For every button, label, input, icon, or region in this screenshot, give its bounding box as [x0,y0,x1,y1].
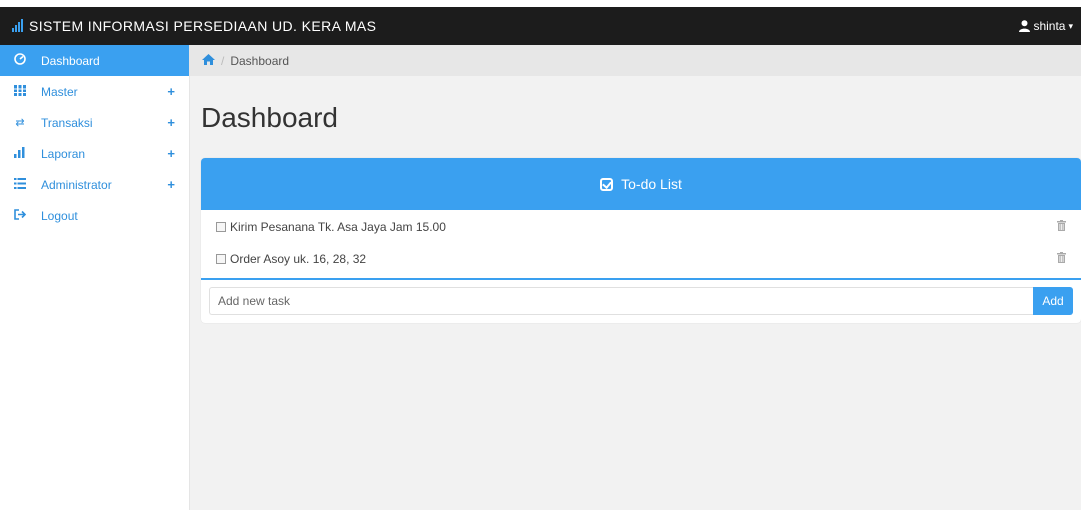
todo-text: Kirim Pesanana Tk. Asa Jaya Jam 15.00 [230,220,446,234]
todo-panel-header: To-do List [201,158,1081,210]
page-title: Dashboard [201,102,338,133]
user-name: shinta [1033,19,1066,33]
logout-icon [12,208,28,223]
todo-text: Order Asoy uk. 16, 28, 32 [230,252,367,266]
check-square-icon [600,177,614,191]
sidebar-item-laporan[interactable]: Laporan + [0,138,189,169]
sidebar-item-logout[interactable]: Logout [0,200,189,231]
sidebar-item-label: Dashboard [41,53,100,68]
todo-divider [201,278,1081,280]
expand-plus-icon[interactable]: + [167,146,175,161]
sidebar-item-dashboard[interactable]: Dashboard [0,45,189,76]
sidebar-item-transaksi[interactable]: ⇄ Transaksi + [0,107,189,138]
sidebar-item-master[interactable]: Master + [0,76,189,107]
caret-down-icon: ▾ [1068,20,1073,31]
breadcrumb: / Dashboard [190,45,1081,76]
signal-bars-icon [12,19,23,32]
home-icon[interactable] [202,53,215,68]
list-icon [12,177,28,192]
brand-title: SISTEM INFORMASI PERSEDIAAN UD. KERA MAS [29,18,377,34]
sidebar-item-label: Transaksi [41,115,93,130]
user-icon [1019,20,1031,32]
main-content: / Dashboard Dashboard To-do List Kirim P… [190,45,1081,510]
breadcrumb-separator: / [221,53,225,68]
expand-plus-icon[interactable]: + [167,84,175,99]
exchange-icon: ⇄ [15,117,25,129]
user-menu[interactable]: shinta ▾ [1019,19,1073,33]
new-task-input[interactable] [209,287,1033,315]
expand-plus-icon[interactable]: + [167,115,175,130]
bar-chart-icon [12,146,28,161]
grid-icon [12,84,28,99]
expand-plus-icon[interactable]: + [167,177,175,192]
brand[interactable]: SISTEM INFORMASI PERSEDIAAN UD. KERA MAS [12,18,376,34]
list-item: Order Asoy uk. 16, 28, 32 [201,243,1081,275]
trash-icon[interactable] [1057,252,1066,266]
todo-title: To-do List [621,176,682,192]
dashboard-icon [12,53,28,68]
todo-checkbox[interactable] [216,254,226,264]
sidebar-item-label: Laporan [41,146,86,161]
sidebar-item-label: Master [41,84,78,99]
sidebar-item-label: Administrator [41,177,112,192]
sidebar-item-administrator[interactable]: Administrator + [0,169,189,200]
breadcrumb-current: Dashboard [230,53,290,68]
list-item: Kirim Pesanana Tk. Asa Jaya Jam 15.00 [201,211,1081,243]
trash-icon[interactable] [1057,220,1066,234]
todo-checkbox[interactable] [216,222,226,232]
add-task-button[interactable]: Add [1033,287,1073,315]
sidebar: Dashboard Master + ⇄ Transaksi + Laporan… [0,45,190,510]
add-task-row: Add [209,287,1073,315]
todo-panel: To-do List Kirim Pesanana Tk. Asa Jaya J… [201,158,1081,323]
top-navbar: SISTEM INFORMASI PERSEDIAAN UD. KERA MAS… [0,7,1081,45]
sidebar-item-label: Logout [41,208,78,223]
